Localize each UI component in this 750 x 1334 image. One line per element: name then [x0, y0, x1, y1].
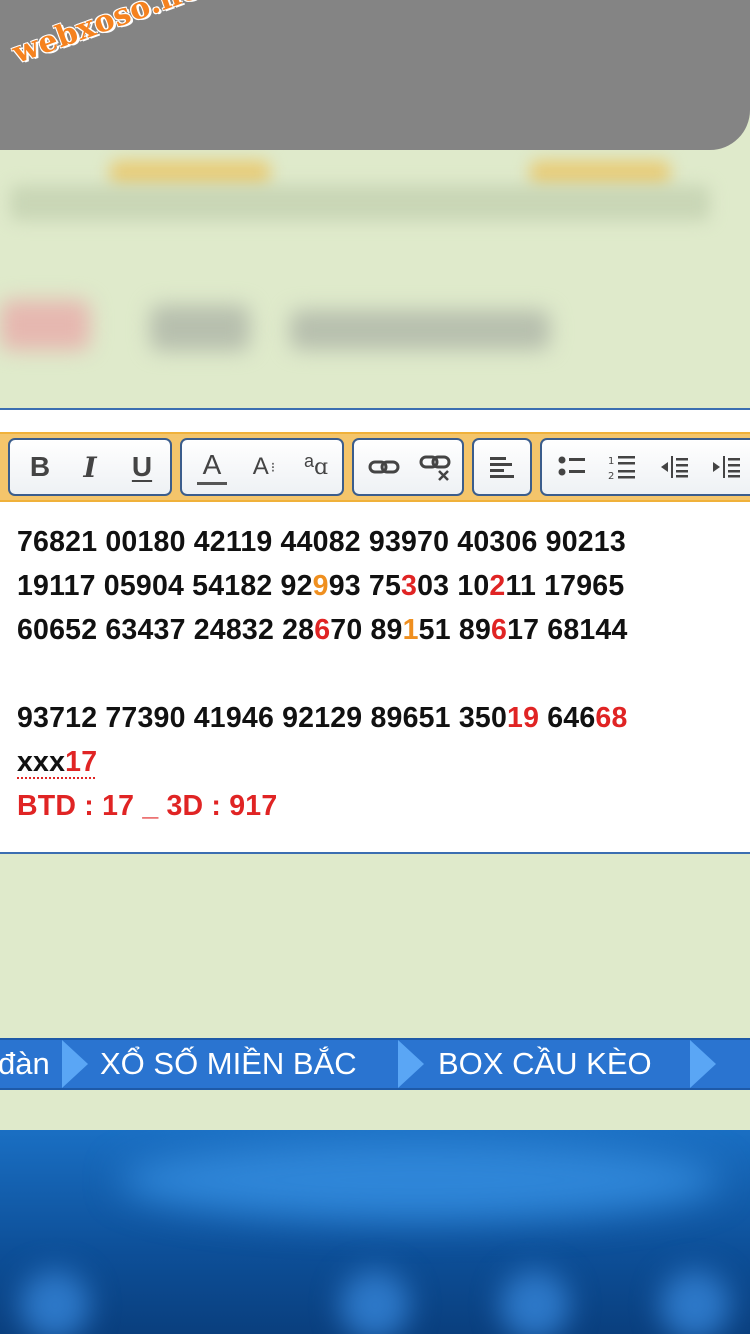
svg-text:1: 1	[608, 456, 614, 467]
align-left-icon	[490, 457, 514, 478]
outdent-button[interactable]	[652, 440, 696, 494]
font-size-icon: A	[252, 453, 269, 480]
bulleted-list-icon	[558, 456, 585, 476]
format-group: B I U	[8, 438, 172, 496]
content-line-6: BTD : 17 _ 3D : 917	[17, 790, 278, 822]
font-color-icon: A	[202, 448, 222, 480]
editor-content[interactable]: 76821 00180 42119 44082 93970 40306 9021…	[17, 520, 737, 828]
outdent-icon	[661, 456, 688, 478]
link-icon	[368, 460, 400, 474]
content-line-4: 93712 77390 41946 92129 89651 35019 6466…	[17, 702, 628, 734]
indent-icon	[713, 456, 740, 478]
content-line-5: xxx17	[17, 746, 98, 778]
unlink-icon	[419, 455, 451, 481]
unlink-button[interactable]	[412, 440, 460, 494]
numbered-list-button[interactable]: 1 2	[600, 440, 644, 494]
nav-item-xo-so-mien-bac[interactable]: XỔ SỐ MIỀN BẮC	[100, 1040, 357, 1088]
italic-icon: I	[83, 450, 97, 484]
bulleted-list-button[interactable]	[550, 440, 594, 494]
nav-item-forum[interactable]: đàn	[0, 1040, 50, 1088]
align-left-button[interactable]	[480, 440, 524, 494]
underline-icon: U	[131, 451, 153, 482]
font-size-button[interactable]: A ⁝	[242, 440, 286, 494]
indent-button[interactable]	[704, 440, 748, 494]
link-button[interactable]	[360, 440, 408, 494]
content-line-1: 76821 00180 42119 44082 93970 40306 9021…	[17, 526, 626, 558]
content-blank-line	[17, 652, 737, 696]
numbered-list-icon: 1 2	[608, 456, 635, 481]
editor-toolbar: B I U A A ⁝ a ɑ 1 2	[0, 432, 750, 502]
font-group: A A ⁝ a ɑ	[180, 438, 344, 496]
align-group	[472, 438, 532, 496]
font-family-button[interactable]: a ɑ	[294, 440, 338, 494]
underline-button[interactable]: U	[120, 440, 164, 494]
content-line-3: 60652 63437 24832 28670 89151 89617 6814…	[17, 614, 628, 646]
breadcrumb-nav: đàn XỔ SỐ MIỀN BẮC BOX CẦU KÈO	[0, 1038, 750, 1090]
content-line-2: 19117 05904 54182 92993 75303 10211 1796…	[17, 570, 625, 602]
bottom-banner	[0, 1130, 750, 1334]
chevron-right-icon	[690, 1040, 716, 1088]
nav-item-box-cau-keo[interactable]: BOX CẦU KÈO	[438, 1040, 652, 1088]
svg-text:2: 2	[608, 471, 614, 481]
chevron-right-icon	[398, 1040, 424, 1088]
font-color-button[interactable]: A	[190, 440, 234, 494]
link-group	[352, 438, 464, 496]
bold-icon: B	[29, 451, 51, 482]
chevron-right-icon	[62, 1040, 88, 1088]
blurred-header	[0, 130, 750, 410]
rich-text-editor: B I U A A ⁝ a ɑ 1 2 76821 00180 42119 44…	[0, 408, 750, 854]
bold-button[interactable]: B	[18, 440, 62, 494]
font-family-icon: a	[303, 450, 314, 471]
list-group: 1 2	[540, 438, 750, 496]
italic-button[interactable]: I	[68, 440, 112, 494]
